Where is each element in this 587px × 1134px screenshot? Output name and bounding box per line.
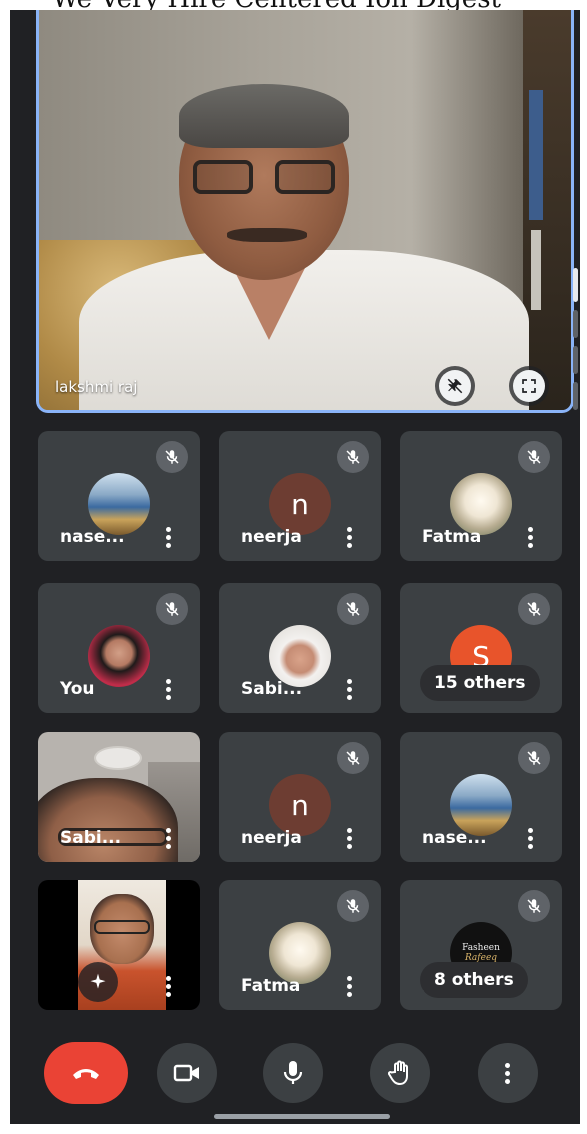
participant-name: neerja xyxy=(241,527,302,547)
participant-tile[interactable]: Sabi... xyxy=(219,583,381,713)
end-call-icon xyxy=(73,1069,99,1079)
participant-video-tile[interactable]: Sabi... xyxy=(38,732,200,862)
raise-hand-icon xyxy=(388,1060,408,1086)
sparkle-icon xyxy=(90,973,106,989)
participant-tile[interactable]: n neerja xyxy=(219,431,381,561)
participant-name: neerja xyxy=(241,828,302,848)
letter-avatar: n xyxy=(269,774,331,836)
more-vert-icon xyxy=(505,1062,511,1084)
fullscreen-icon xyxy=(513,370,545,402)
others-tile[interactable]: S S 15 others xyxy=(400,583,562,713)
participant-tile[interactable]: Fatma xyxy=(219,880,381,1010)
woman-avatar xyxy=(88,625,150,687)
others-count-pill[interactable]: 8 others xyxy=(420,962,528,998)
fullscreen-button[interactable] xyxy=(509,366,549,406)
camera-button[interactable] xyxy=(157,1043,217,1103)
camera-icon xyxy=(173,1064,199,1082)
meet-screen: lakshmi raj nase... n neerja Fatma You S… xyxy=(10,10,580,1124)
books-avatar xyxy=(88,473,150,535)
more-vert-icon[interactable] xyxy=(166,527,172,549)
rose-avatar xyxy=(269,922,331,984)
mic-off-icon xyxy=(156,441,188,473)
more-vert-icon[interactable] xyxy=(347,527,353,549)
others-count-pill[interactable]: 15 others xyxy=(420,665,540,701)
video-glasses xyxy=(94,920,150,934)
mic-off-icon xyxy=(337,890,369,922)
microphone-button[interactable] xyxy=(263,1043,323,1103)
mic-off-icon xyxy=(518,742,550,774)
home-indicator[interactable] xyxy=(214,1114,390,1119)
participant-name: You xyxy=(60,679,95,699)
scroll-indicator[interactable] xyxy=(573,268,578,410)
letter-avatar: n xyxy=(269,473,331,535)
participant-name: Fatma xyxy=(241,976,301,996)
participant-tile[interactable]: nase... xyxy=(38,431,200,561)
more-vert-icon[interactable] xyxy=(166,679,172,701)
mic-off-icon xyxy=(518,890,550,922)
unpin-icon xyxy=(439,370,471,402)
microphone-icon xyxy=(283,1061,303,1084)
others-tile[interactable]: Fasheen Rafeeq F 8 others xyxy=(400,880,562,1010)
more-vert-icon[interactable] xyxy=(347,828,353,850)
raise-hand-button[interactable] xyxy=(370,1043,430,1103)
more-vert-icon[interactable] xyxy=(166,828,172,850)
logo-text-line1: Fasheen xyxy=(462,943,500,953)
more-vert-icon[interactable] xyxy=(347,976,353,998)
effects-button[interactable] xyxy=(78,962,118,1002)
main-speaker-name: lakshmi raj xyxy=(55,378,138,396)
more-vert-icon[interactable] xyxy=(528,828,534,850)
books-avatar xyxy=(450,774,512,836)
mic-off-icon xyxy=(337,593,369,625)
participant-tile[interactable]: You xyxy=(38,583,200,713)
participant-name: Fatma xyxy=(422,527,482,547)
mic-off-icon xyxy=(518,593,550,625)
ceiling-light xyxy=(94,746,142,770)
more-vert-icon[interactable] xyxy=(528,527,534,549)
rose-avatar xyxy=(450,473,512,535)
more-vert-icon[interactable] xyxy=(166,976,172,998)
more-options-button[interactable] xyxy=(478,1043,538,1103)
mic-off-icon xyxy=(337,441,369,473)
participant-name: nase... xyxy=(422,828,487,848)
participant-video-tile[interactable] xyxy=(38,880,200,1010)
mic-off-icon xyxy=(156,593,188,625)
mic-off-icon xyxy=(518,441,550,473)
main-speaker-video[interactable]: lakshmi raj xyxy=(36,10,574,413)
unpin-button[interactable] xyxy=(435,366,475,406)
participant-tile[interactable]: Fatma xyxy=(400,431,562,561)
mic-off-icon xyxy=(337,742,369,774)
participant-tile[interactable]: n neerja xyxy=(219,732,381,862)
participant-tile[interactable]: nase... xyxy=(400,732,562,862)
speaker-glasses xyxy=(189,160,339,200)
hijab-avatar xyxy=(269,625,331,687)
participant-name: Sabi... xyxy=(241,679,303,699)
participant-name: Sabi... xyxy=(60,828,122,848)
more-vert-icon[interactable] xyxy=(347,679,353,701)
end-call-button[interactable] xyxy=(44,1042,128,1104)
participant-name: nase... xyxy=(60,527,125,547)
